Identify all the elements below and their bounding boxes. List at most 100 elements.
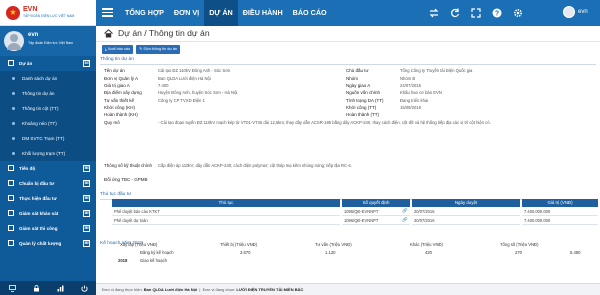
table-cell: Phê duyệt báo cáo KTKT bbox=[112, 208, 340, 216]
chart-icon[interactable] bbox=[57, 285, 64, 292]
sidebar-item[interactable]: Giám sát khảo sát ⊞ bbox=[0, 206, 96, 221]
home-icon[interactable] bbox=[104, 29, 113, 38]
bullet-dot-icon bbox=[12, 152, 15, 155]
plan-year-row: Giao kế hoạch bbox=[140, 258, 168, 263]
expand-toggle-icon[interactable]: ⊞ bbox=[83, 165, 90, 172]
sidebar-item-label: Danh sách dự án bbox=[22, 76, 58, 81]
nav-item-bao-cao[interactable]: BÁO CÁO bbox=[288, 0, 332, 26]
nav-item-don-vi[interactable]: ĐƠN VỊ bbox=[169, 0, 204, 26]
sidebar: evn Tập đoàn Điện lực Việt Nam Dự án ⊟ Dan… bbox=[0, 26, 96, 295]
plan-header-cell: Tư vấn (Triệu VNĐ) bbox=[315, 242, 352, 247]
sidebar-item-label: Thông tin dự án bbox=[22, 91, 55, 96]
section-title-info: Thông tin dự án bbox=[100, 57, 134, 62]
action-bar: ⤓ Xuất báo cáo ✎ Sửa thông tin dự án bbox=[102, 45, 181, 54]
field-label: Hoàn thành (TT) bbox=[346, 112, 380, 117]
sidebar-item[interactable]: Chuẩn bị đầu tư ⊞ bbox=[0, 176, 96, 191]
export-report-button[interactable]: ⤓ Xuất báo cáo bbox=[102, 45, 134, 54]
sidebar-item[interactable]: Thông tin dự án bbox=[0, 86, 96, 101]
settings-icon[interactable] bbox=[512, 7, 524, 19]
user-name: evn bbox=[578, 9, 588, 15]
brand-name: EVN bbox=[23, 6, 38, 13]
status-footer: Đơn vị đang thực hiện: Ban QLDA Lưới điệ… bbox=[96, 283, 600, 295]
nav-item-tong-hop[interactable]: TỔNG HỢP bbox=[120, 0, 169, 26]
plan-cell: 420 bbox=[425, 250, 432, 255]
expand-toggle-icon[interactable]: ⊞ bbox=[83, 195, 90, 202]
attachment-icon[interactable]: 🔗 bbox=[402, 217, 408, 223]
menu-group-icon bbox=[8, 195, 14, 201]
menu-group-icon bbox=[8, 60, 14, 66]
refresh-icon[interactable] bbox=[449, 7, 461, 19]
expand-toggle-icon[interactable]: ⊞ bbox=[83, 180, 90, 187]
table-header-cell: Thủ tục bbox=[112, 199, 340, 207]
user-menu[interactable]: evn bbox=[563, 6, 588, 18]
logout-icon[interactable] bbox=[80, 285, 88, 292]
transfer-icon[interactable] bbox=[428, 7, 440, 19]
expand-toggle-icon[interactable]: ⊞ bbox=[83, 240, 90, 247]
table-cell[interactable]: 1095/QĐ-EVNNPT bbox=[342, 208, 410, 216]
footer-unit-2: LƯỚI ĐIỆN TRUYỀN TẢI MIỀN BẮC bbox=[236, 287, 304, 292]
sidebar-item[interactable]: Khối lượng trạm (TT) bbox=[0, 146, 96, 161]
field-label: Tên dự án bbox=[104, 68, 125, 73]
lock-icon[interactable] bbox=[33, 284, 40, 292]
sidebar-item[interactable]: Quản lý chất lượng ⊞ bbox=[0, 236, 96, 251]
sidebar-item[interactable]: Thực hiện đầu tư ⊞ bbox=[0, 191, 96, 206]
expand-icon[interactable] bbox=[470, 7, 482, 19]
field-value: Tổng Công ty Truyền tải Điện Quốc gia bbox=[400, 68, 473, 74]
help-icon[interactable]: ? bbox=[491, 7, 503, 19]
table-header-cell: Ngày duyệt bbox=[412, 199, 520, 207]
nav-item-du-an[interactable]: DỰ ÁN bbox=[204, 0, 238, 26]
sidebar-item[interactable]: Dự án ⊟ bbox=[0, 56, 96, 71]
field-value: Huyện Đông Anh, huyện Sóc Sơn - Hà Nội bbox=[158, 90, 238, 96]
sidebar-item-label: Chuẩn bị đầu tư bbox=[19, 181, 55, 186]
sidebar-item-label: Khối lượng trạm (TT) bbox=[22, 151, 66, 156]
export-label: Xuất báo cáo bbox=[107, 47, 131, 51]
field-label: Quy mô bbox=[104, 120, 120, 125]
expand-toggle-icon[interactable]: ⊞ bbox=[83, 225, 90, 232]
field-value: Công ty CP TVXD Điện 1 bbox=[158, 98, 205, 104]
plan-header-cell: Khác (Triệu VNĐ) bbox=[410, 242, 443, 247]
plan-cell: 3.670 bbox=[240, 250, 251, 255]
bullet-dot-icon bbox=[12, 137, 15, 140]
field-value: Cải tạo ĐZ 110kV Đông Anh - Sóc Sơn bbox=[158, 68, 231, 74]
expand-toggle-icon[interactable]: ⊞ bbox=[83, 210, 90, 217]
field-label: Tình trạng DA (TT) bbox=[346, 98, 384, 103]
sidebar-item-label: Giám sát khảo sát bbox=[19, 211, 59, 216]
sidebar-item[interactable]: Khoảng néo (TT) bbox=[0, 116, 96, 131]
sidebar-item[interactable]: Tiến độ ⊞ bbox=[0, 161, 96, 176]
bullet-dot-icon bbox=[12, 77, 15, 80]
field-label: Khởi công (KH) bbox=[104, 105, 135, 110]
field-label: Đối ứng TBC - GPMB bbox=[104, 177, 148, 182]
field-label: Đơn vị Quản lý A bbox=[104, 76, 138, 81]
footer-label: Đơn vị đang thực hiện: bbox=[102, 287, 143, 292]
sidebar-item-label: DM SVTC Trạm (TT) bbox=[22, 136, 65, 141]
nav-item-dieu-hanh[interactable]: ĐIỀU HÀNH bbox=[238, 0, 288, 26]
table-cell[interactable]: 1096/QĐ-EVNNPT bbox=[342, 217, 410, 225]
profile-avatar bbox=[4, 31, 24, 51]
field-label: Địa điểm xây dựng bbox=[104, 90, 142, 95]
attachment-icon[interactable]: 🔗 bbox=[402, 208, 408, 214]
menu-group-icon bbox=[8, 225, 14, 231]
sidebar-item[interactable]: Giám sát thi công ⊞ bbox=[0, 221, 96, 236]
avatar bbox=[563, 6, 575, 18]
sidebar-item[interactable]: Thông tin cột (TT) bbox=[0, 101, 96, 116]
table-cell: Phê duyệt dự toán bbox=[112, 217, 340, 225]
svg-text:?: ? bbox=[495, 10, 499, 17]
main-nav: TỔNG HỢP ĐƠN VỊ DỰ ÁN ĐIỀU HÀNH BÁO CÁO bbox=[120, 0, 332, 26]
evn-logo-icon bbox=[6, 6, 20, 20]
table-cell: 20/07/2016 bbox=[412, 208, 520, 216]
page-title: Dự án / Thông tin dự án bbox=[118, 28, 210, 38]
plan-year-label: 2018 bbox=[118, 258, 128, 263]
menu-group-icon bbox=[8, 180, 14, 186]
expand-toggle-icon[interactable]: ⊟ bbox=[83, 60, 90, 67]
bullet-dot-icon bbox=[12, 122, 15, 125]
sidebar-item[interactable]: DM SVTC Trạm (TT) bbox=[0, 131, 96, 146]
sidebar-item[interactable]: Danh sách dự án bbox=[0, 71, 96, 86]
field-value: Khấu hao cơ bản EVN bbox=[400, 90, 442, 96]
brand[interactable]: EVN TẬP ĐOÀN ĐIỆN LỰC VIỆT NAM bbox=[0, 0, 96, 26]
top-navbar: EVN TẬP ĐOÀN ĐIỆN LỰC VIỆT NAM TỔNG HỢP … bbox=[0, 0, 600, 26]
edit-project-button[interactable]: ✎ Sửa thông tin dự án bbox=[136, 45, 181, 54]
sidebar-item-label: Tiến độ bbox=[19, 166, 36, 171]
brand-subtitle: TẬP ĐOÀN ĐIỆN LỰC VIỆT NAM bbox=[23, 14, 75, 18]
desktop-icon[interactable] bbox=[8, 284, 16, 292]
menu-toggle-icon[interactable] bbox=[102, 8, 113, 17]
